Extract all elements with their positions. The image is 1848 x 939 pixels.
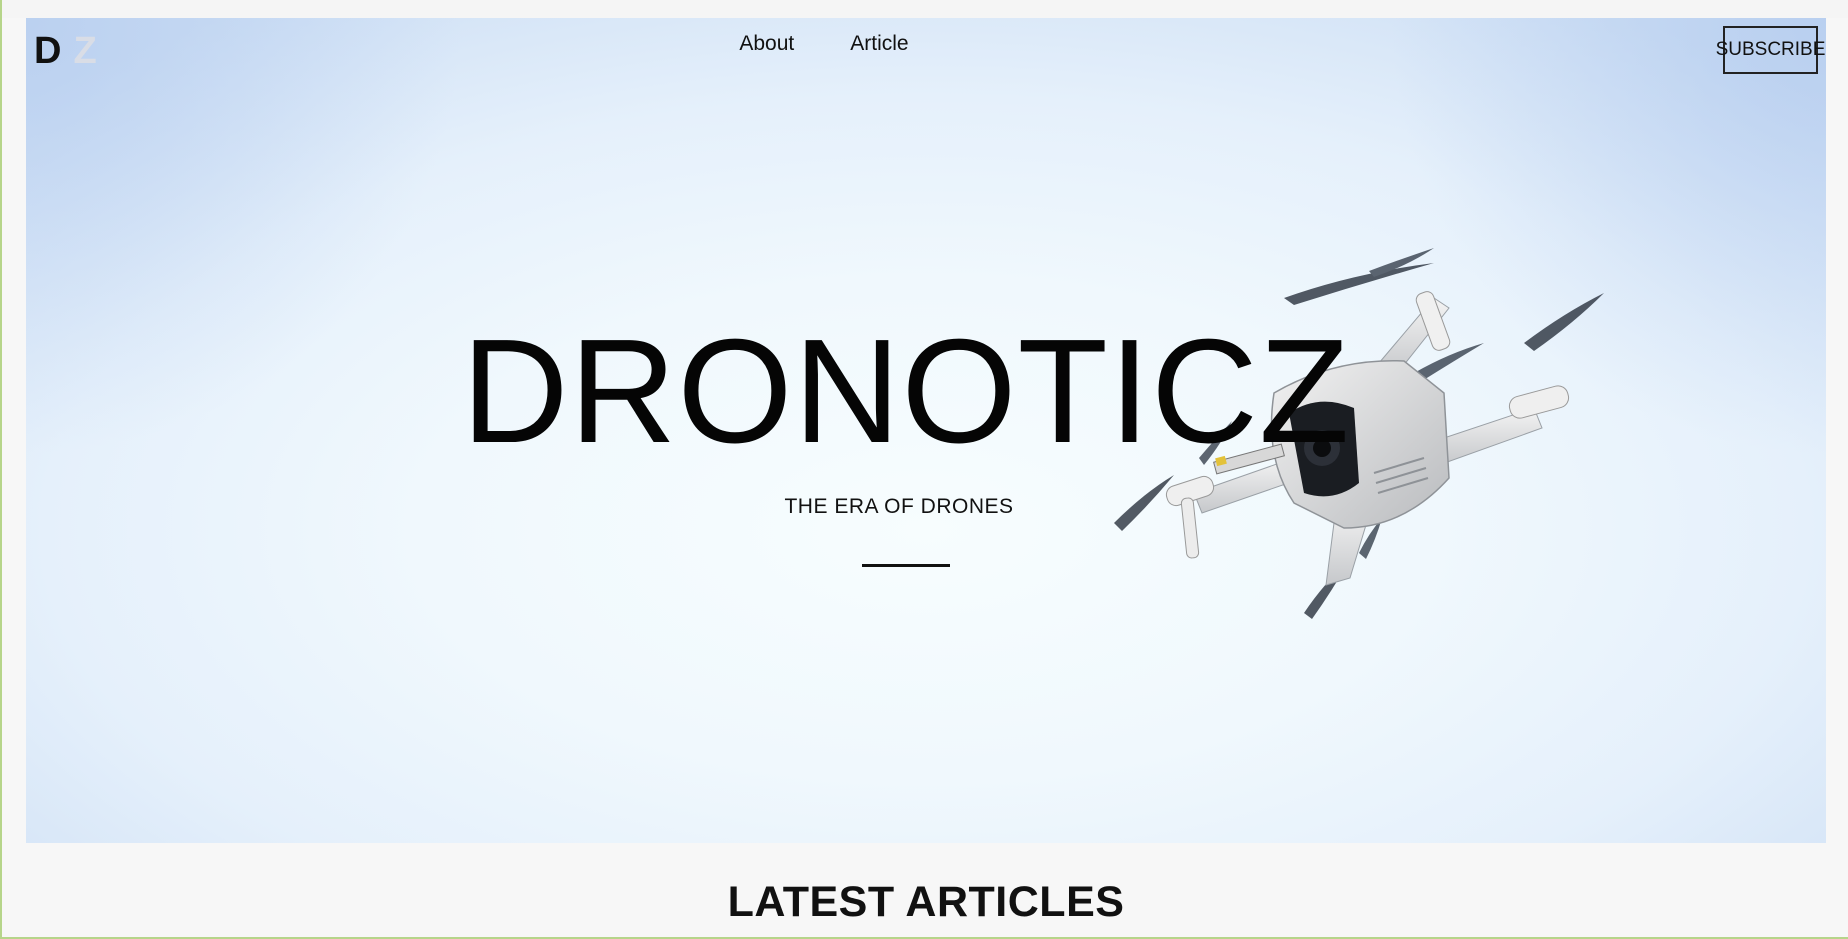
subscribe-button[interactable]: SUBSCRIBE <box>1716 26 1825 74</box>
nav-link-about[interactable]: About <box>739 32 794 56</box>
hero-subtitle: THE ERA OF DRONES <box>784 495 1014 518</box>
latest-articles-heading: LATEST ARTICLES <box>727 878 1125 926</box>
nav-link-article[interactable]: Article <box>850 32 908 56</box>
main-nav: About Article <box>26 32 1724 56</box>
top-strip <box>2 0 1848 18</box>
hero-section: DZ About Article SUBSCRIBE DRONOTICZ THE… <box>26 18 1826 843</box>
hero-title: DRONOTICZ <box>461 309 1351 474</box>
hero-divider <box>862 564 950 567</box>
browser-viewport: DZ About Article SUBSCRIBE DRONOTICZ THE… <box>0 0 1848 939</box>
